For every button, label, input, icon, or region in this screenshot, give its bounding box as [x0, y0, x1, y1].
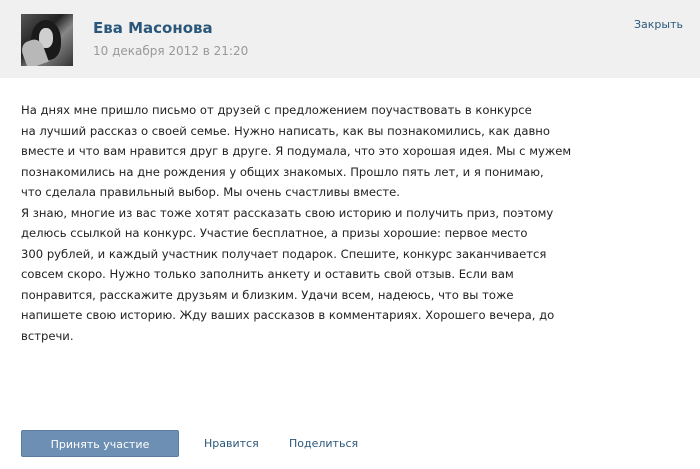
close-link[interactable]: Закрыть: [634, 18, 683, 31]
author-name[interactable]: Ева Масонова: [93, 19, 213, 37]
post-line: 300 рублей, и каждый участник получает п…: [21, 246, 547, 261]
post-body: На днях мне пришло письмо от друзей с пр…: [21, 100, 671, 346]
post-date[interactable]: 10 декабря 2012 в 21:20: [93, 44, 248, 58]
post-actions: Принять участие Нравится Поделиться: [21, 430, 681, 457]
share-link[interactable]: Поделиться: [289, 437, 358, 450]
post-line: совсем скоро. Нужно только заполнить анк…: [21, 267, 514, 281]
post-line: встречи.: [21, 328, 74, 343]
avatar[interactable]: [21, 14, 73, 66]
post-line: делюсь ссылкой на конкурс. Участие беспл…: [21, 226, 528, 240]
post-line: на лучший рассказ о своей семье. Нужно н…: [21, 123, 550, 138]
post-line: Я знаю, многие из вас тоже хотят рассказ…: [21, 205, 554, 220]
post-line: напишете свою историю. Жду ваших рассказ…: [21, 308, 555, 322]
post-line: На днях мне пришло письмо от друзей с пр…: [21, 103, 532, 117]
post-line: познакомились на дне рождения у общих зн…: [21, 164, 544, 179]
participate-button[interactable]: Принять участие: [21, 430, 179, 457]
post-line: вместе и что вам нравится друг в друге. …: [21, 144, 572, 158]
post-line: понравится, расскажите друзьям и близким…: [21, 287, 514, 302]
like-link[interactable]: Нравится: [204, 437, 259, 450]
post-header: Ева Масонова 10 декабря 2012 в 21:20 Зак…: [0, 0, 700, 78]
post-line: что сделала правильный выбор. Мы очень с…: [21, 185, 400, 199]
